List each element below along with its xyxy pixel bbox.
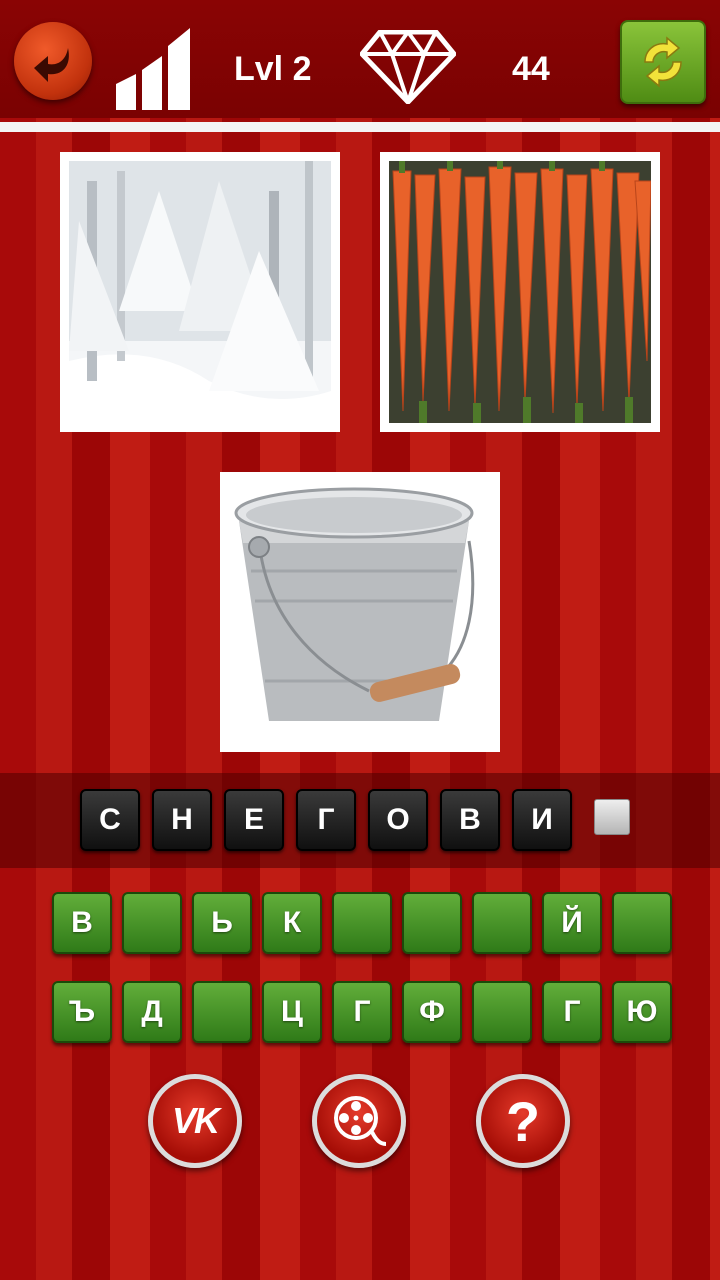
- stats-bars-icon[interactable]: [114, 26, 194, 110]
- letter-key[interactable]: Г: [542, 981, 602, 1043]
- answer-letter[interactable]: Е: [224, 789, 284, 851]
- refresh-button[interactable]: [620, 20, 706, 104]
- letter-key[interactable]: Ц: [262, 981, 322, 1043]
- question-mark-icon: ?: [505, 1089, 541, 1153]
- refresh-icon: [644, 36, 682, 88]
- level-label: Lvl 2: [234, 50, 312, 88]
- answer-letter[interactable]: Н: [152, 789, 212, 851]
- letter-key[interactable]: Ъ: [52, 981, 112, 1043]
- letter-key[interactable]: Г: [332, 981, 392, 1043]
- answer-letter[interactable]: И: [512, 789, 572, 851]
- letter-key[interactable]: Ю: [612, 981, 672, 1043]
- letter-key[interactable]: [122, 892, 182, 954]
- diamond-icon: [360, 30, 456, 104]
- letter-key[interactable]: Ь: [192, 892, 252, 954]
- clue-image-bucket: [220, 472, 500, 752]
- film-reel-icon: [334, 1096, 387, 1146]
- back-button[interactable]: [14, 22, 92, 100]
- top-divider: [0, 122, 720, 132]
- back-arrow-icon: [34, 48, 69, 82]
- letter-key[interactable]: [332, 892, 392, 954]
- vk-share-button[interactable]: VK: [148, 1074, 242, 1168]
- watch-video-button[interactable]: [312, 1074, 406, 1168]
- clue-image-snowy-forest: [60, 152, 340, 432]
- letter-key[interactable]: К: [262, 892, 322, 954]
- letter-key[interactable]: [472, 981, 532, 1043]
- answer-letter[interactable]: С: [80, 789, 140, 851]
- letter-key[interactable]: В: [52, 892, 112, 954]
- answer-letter[interactable]: В: [440, 789, 500, 851]
- answer-status-indicator: [594, 799, 630, 835]
- coin-count: 44: [512, 50, 550, 88]
- clue-image-carrots: [380, 152, 660, 432]
- answer-letter[interactable]: О: [368, 789, 428, 851]
- answer-letter[interactable]: Г: [296, 789, 356, 851]
- letter-key[interactable]: Д: [122, 981, 182, 1043]
- letter-key[interactable]: [402, 892, 462, 954]
- letter-key[interactable]: [612, 892, 672, 954]
- letter-key[interactable]: [472, 892, 532, 954]
- letter-key[interactable]: Ф: [402, 981, 462, 1043]
- letter-key[interactable]: Й: [542, 892, 602, 954]
- help-button[interactable]: ?: [476, 1074, 570, 1168]
- letter-key[interactable]: [192, 981, 252, 1043]
- vk-logo-icon: VK: [171, 1100, 220, 1141]
